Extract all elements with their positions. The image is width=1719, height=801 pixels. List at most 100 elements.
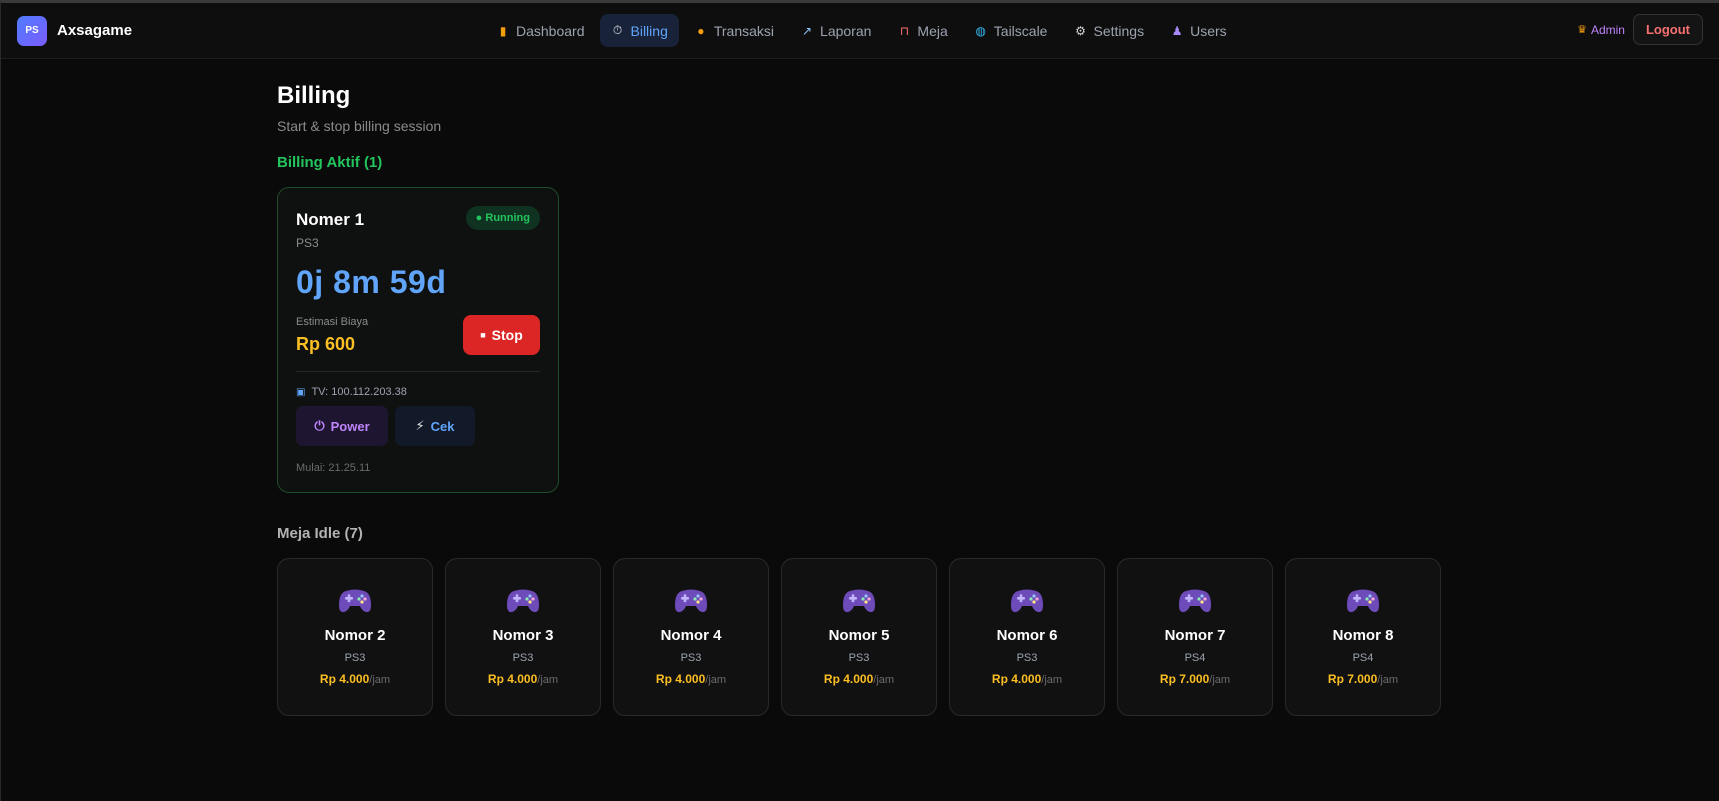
- cost-value: Rp 600: [296, 333, 356, 354]
- nav-label: Users: [1190, 22, 1227, 39]
- price-amount: Rp 4.000: [487, 672, 538, 686]
- nav-label: Billing: [630, 22, 668, 39]
- cost-row: Estimasi Biaya Rp 600 ■ Stop: [296, 315, 540, 355]
- main-nav: ▮ Dashboard ⏱ Billing ● Transaksi ↗ Lapo…: [485, 14, 1238, 47]
- price-amount: Rp 7.000: [1327, 672, 1378, 686]
- brand[interactable]: PS Axsagame: [17, 15, 132, 46]
- idle-table-card[interactable]: Nomor 6 PS3 Rp 4.000/jam: [949, 558, 1105, 716]
- tv-actions: ⏻ Power ⚡ Cek: [296, 406, 540, 446]
- idle-tables-grid: Nomor 2 PS3 Rp 4.000/jam Nomor 3 PS3 Rp …: [277, 558, 1719, 716]
- plug-icon: ⚡: [415, 418, 425, 433]
- gamepad-icon: [339, 589, 371, 613]
- idle-table-price: Rp 4.000/jam: [488, 672, 558, 686]
- nav-item-meja[interactable]: ⊓ Meja: [886, 14, 958, 47]
- price-unit: /jam: [537, 674, 559, 686]
- idle-table-name: Nomor 4: [660, 627, 722, 644]
- price-amount: Rp 4.000: [823, 672, 874, 686]
- idle-table-price: Rp 7.000/jam: [1328, 672, 1398, 686]
- user-role-label: Admin: [1590, 22, 1625, 37]
- status-dot-icon: ●: [475, 212, 483, 224]
- nav-label: Meja: [917, 22, 948, 39]
- stop-label: Stop: [491, 327, 523, 343]
- page-title: Billing: [277, 82, 351, 109]
- user-role: ♛ Admin: [1577, 23, 1625, 37]
- timer-icon: ⏱: [612, 23, 623, 37]
- stop-square-icon: ■: [480, 330, 486, 340]
- nav-item-dashboard[interactable]: ▮ Dashboard: [485, 14, 596, 47]
- check-button[interactable]: ⚡ Cek: [395, 406, 475, 446]
- page-subtitle: Start & stop billing session: [277, 118, 442, 134]
- idle-console-type: PS4: [1184, 652, 1206, 664]
- nav-item-settings[interactable]: ⚙ Settings: [1062, 14, 1155, 47]
- active-billing-heading: Billing Aktif (1): [277, 154, 383, 171]
- idle-table-name: Nomor 6: [996, 627, 1058, 644]
- money-bag-icon: ●: [697, 23, 705, 38]
- nav-item-transaksi[interactable]: ● Transaksi: [683, 14, 785, 47]
- idle-table-card[interactable]: Nomor 8 PS4 Rp 7.000/jam: [1285, 558, 1441, 716]
- price-amount: Rp 4.000: [319, 672, 370, 686]
- idle-console-type: PS3: [344, 652, 366, 664]
- nav-item-users[interactable]: ♟ Users: [1159, 14, 1238, 47]
- idle-table-card[interactable]: Nomor 5 PS3 Rp 4.000/jam: [781, 558, 937, 716]
- session-table-name: Nomer 1: [296, 210, 365, 229]
- session-console-type: PS3: [296, 236, 319, 250]
- price-unit: /jam: [369, 674, 391, 686]
- idle-table-name: Nomor 2: [324, 627, 386, 644]
- idle-table-card[interactable]: Nomor 7 PS4 Rp 7.000/jam: [1117, 558, 1273, 716]
- tv-icon: ▣: [296, 386, 306, 398]
- idle-console-type: PS3: [848, 652, 870, 664]
- main-content: Billing Start & stop billing session Bil…: [277, 82, 1719, 716]
- idle-tables-heading: Meja Idle (7): [277, 525, 363, 542]
- idle-console-type: PS3: [680, 652, 702, 664]
- price-amount: Rp 4.000: [655, 672, 706, 686]
- nav-label: Settings: [1093, 22, 1145, 39]
- idle-table-name: Nomor 5: [828, 627, 890, 644]
- power-label: Power: [330, 418, 370, 434]
- gamepad-icon: [1179, 589, 1211, 613]
- gamepad-icon: [507, 589, 539, 613]
- nav-label: Tailscale: [993, 22, 1048, 39]
- card-header: Nomer 1 PS3 ● Running: [296, 206, 540, 250]
- idle-table-card[interactable]: Nomor 3 PS3 Rp 4.000/jam: [445, 558, 601, 716]
- nav-item-laporan[interactable]: ↗ Laporan: [789, 14, 882, 47]
- bar-chart-icon: ▮: [499, 23, 507, 38]
- gamepad-icon: [675, 589, 707, 613]
- chair-icon: ⊓: [899, 23, 910, 38]
- nav-item-tailscale[interactable]: ◍ Tailscale: [963, 14, 1059, 47]
- top-navbar: PS Axsagame ▮ Dashboard ⏱ Billing ● Tran…: [1, 3, 1719, 59]
- idle-table-name: Nomor 3: [492, 627, 554, 644]
- status-badge: ● Running: [465, 206, 540, 230]
- idle-table-price: Rp 4.000/jam: [824, 672, 894, 686]
- price-unit: /jam: [1209, 674, 1231, 686]
- price-unit: /jam: [1041, 674, 1063, 686]
- price-unit: /jam: [1377, 674, 1399, 686]
- nav-item-billing[interactable]: ⏱ Billing: [599, 14, 679, 47]
- crown-icon: ♛: [1577, 24, 1587, 36]
- stop-button[interactable]: ■ Stop: [463, 315, 540, 355]
- idle-table-price: Rp 4.000/jam: [992, 672, 1062, 686]
- session-timer: 0j 8m 59d: [296, 264, 447, 300]
- tv-address: TV: 100.112.203.38: [311, 386, 407, 398]
- idle-console-type: PS4: [1352, 652, 1374, 664]
- gamepad-icon: [843, 589, 875, 613]
- price-amount: Rp 4.000: [991, 672, 1042, 686]
- idle-table-card[interactable]: Nomor 2 PS3 Rp 4.000/jam: [277, 558, 433, 716]
- tv-info: ▣ TV: 100.112.203.38: [296, 386, 540, 398]
- card-divider: [296, 371, 540, 372]
- logout-button[interactable]: Logout: [1632, 14, 1703, 45]
- idle-table-name: Nomor 8: [1332, 627, 1394, 644]
- idle-table-name: Nomor 7: [1164, 627, 1226, 644]
- power-icon: ⏻: [314, 418, 325, 433]
- active-session-card: Nomer 1 PS3 ● Running 0j 8m 59d Estimasi…: [277, 187, 559, 493]
- idle-table-card[interactable]: Nomor 4 PS3 Rp 4.000/jam: [613, 558, 769, 716]
- idle-table-price: Rp 4.000/jam: [656, 672, 726, 686]
- globe-icon: ◍: [975, 23, 987, 38]
- idle-table-price: Rp 7.000/jam: [1160, 672, 1230, 686]
- power-button[interactable]: ⏻ Power: [296, 406, 388, 446]
- gear-icon: ⚙: [1075, 23, 1086, 38]
- brand-logo: PS: [17, 15, 47, 46]
- users-icon: ♟: [1171, 23, 1183, 38]
- line-chart-icon: ↗: [802, 23, 813, 38]
- idle-console-type: PS3: [512, 652, 534, 664]
- price-unit: /jam: [705, 674, 727, 686]
